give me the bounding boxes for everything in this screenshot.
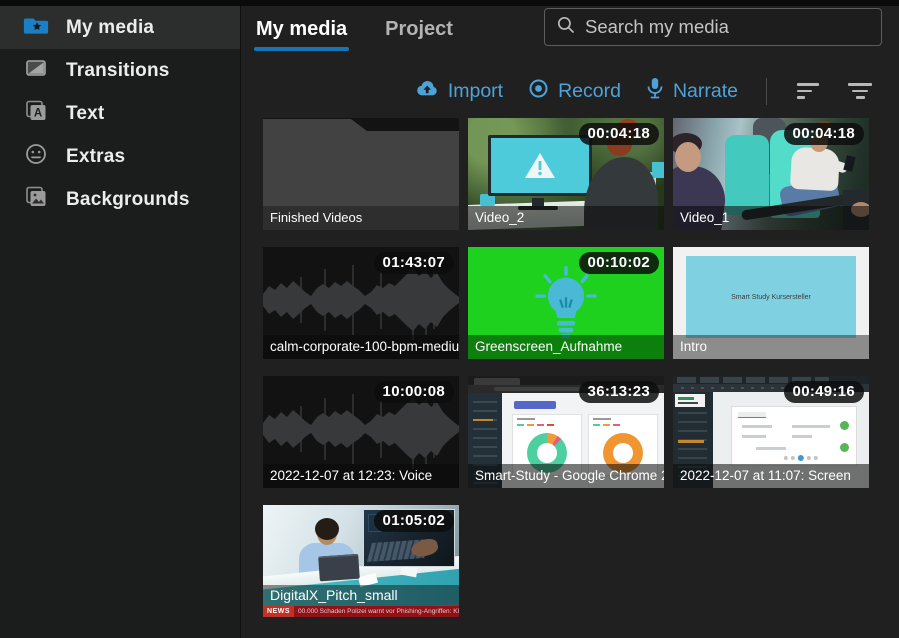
media-item-screen-recording[interactable]: 00:49:16 2022-12-07 at 11:07: Screen <box>673 376 869 488</box>
sidebar-item-label: Text <box>66 103 104 125</box>
search-box[interactable] <box>544 8 882 46</box>
sidebar-item-backgrounds[interactable]: Backgrounds <box>0 178 240 221</box>
sort-lines-icon <box>797 83 819 86</box>
transitions-icon <box>23 55 49 86</box>
cloud-upload-icon <box>414 78 439 104</box>
media-item-smart-study-chrome[interactable]: 36:13:23 Smart-Study - Google Chrome 2… <box>468 376 664 488</box>
import-button[interactable]: Import <box>414 78 503 104</box>
media-name: Smart-Study - Google Chrome 2… <box>468 464 664 488</box>
media-item-greenscreen[interactable]: 00:10:02 Greenscreen_Aufnahme <box>468 247 664 359</box>
news-ticker: NEWS 00.000 Schaden Polizei warnt vor Ph… <box>263 606 459 617</box>
media-actions-toolbar: Import Record Narrate <box>241 68 899 114</box>
sort-button[interactable] <box>795 79 821 103</box>
tab-project[interactable]: Project <box>385 14 453 53</box>
svg-text:A: A <box>34 108 42 120</box>
main-panel: My media Project Import Record <box>240 6 899 638</box>
media-item-intro[interactable]: Smart Study Kursersteller Intro <box>673 247 869 359</box>
media-item-finished-videos[interactable]: Finished Videos <box>263 118 459 230</box>
record-label: Record <box>558 80 621 103</box>
duration-badge: 00:04:18 <box>579 123 659 145</box>
sidebar: My media Transitions A Text Extras Backg… <box>0 6 240 638</box>
search-input[interactable] <box>585 16 870 38</box>
media-name: 2022-12-07 at 12:23: Voice <box>263 464 459 488</box>
record-icon <box>528 78 549 105</box>
narrate-label: Narrate <box>673 80 738 103</box>
toolbar-divider <box>766 78 767 105</box>
duration-badge: 10:00:08 <box>374 381 454 403</box>
text-icon: A <box>23 98 49 129</box>
duration-badge: 36:13:23 <box>579 381 659 403</box>
microphone-icon <box>646 77 664 106</box>
image-landscape-icon <box>23 184 49 215</box>
media-item-video-2[interactable]: 00:04:18 Video_2 <box>468 118 664 230</box>
smiley-icon <box>23 141 49 172</box>
sidebar-item-label: My media <box>66 17 154 39</box>
record-button[interactable]: Record <box>528 78 621 105</box>
duration-badge: 00:04:18 <box>784 123 864 145</box>
sidebar-item-label: Backgrounds <box>66 189 190 211</box>
media-name: 2022-12-07 at 11:07: Screen <box>673 464 869 488</box>
media-name: DigitalX_Pitch_small <box>263 585 459 606</box>
tab-my-media[interactable]: My media <box>256 14 347 53</box>
sidebar-item-transitions[interactable]: Transitions <box>0 49 240 92</box>
folder-star-icon <box>23 12 49 43</box>
news-ticker-text: 00.000 Schaden Polizei warnt vor Phishin… <box>294 608 459 615</box>
filter-button[interactable] <box>846 79 874 103</box>
sidebar-item-label: Extras <box>66 146 125 168</box>
media-name: Video_2 <box>468 206 664 230</box>
news-ticker-badge: NEWS <box>263 606 294 617</box>
media-item-video-1[interactable]: 00:04:18 Video_1 <box>673 118 869 230</box>
sidebar-item-label: Transitions <box>66 60 170 82</box>
media-item-voice-recording[interactable]: 10:00:08 2022-12-07 at 12:23: Voice <box>263 376 459 488</box>
duration-badge: 00:49:16 <box>784 381 864 403</box>
media-name: calm-corporate-100-bpm-mediu… <box>263 335 459 359</box>
narrate-button[interactable]: Narrate <box>646 77 738 106</box>
media-item-digitalx-pitch[interactable]: 01:05:02 DigitalX_Pitch_small NEWS 00.00… <box>263 505 459 617</box>
sidebar-item-my-media[interactable]: My media <box>0 6 240 49</box>
search-icon <box>556 15 576 40</box>
media-name: Finished Videos <box>263 206 459 230</box>
duration-badge: 01:05:02 <box>374 510 454 532</box>
media-library-panel: My media Transitions A Text Extras Backg… <box>0 0 899 638</box>
sidebar-item-extras[interactable]: Extras <box>0 135 240 178</box>
media-name: Greenscreen_Aufnahme <box>468 335 664 359</box>
duration-badge: 00:10:02 <box>579 252 659 274</box>
duration-badge: 01:43:07 <box>374 252 454 274</box>
slide-text: Smart Study Kursersteller <box>731 294 811 301</box>
tab-bar: My media Project <box>256 14 453 53</box>
media-item-calm-corporate[interactable]: 01:43:07 calm-corporate-100-bpm-mediu… <box>263 247 459 359</box>
filter-lines-icon <box>848 83 872 86</box>
sidebar-item-text[interactable]: A Text <box>0 92 240 135</box>
warning-triangle-icon <box>523 151 557 181</box>
media-name: Intro <box>673 335 869 359</box>
media-name: Video_1 <box>673 206 869 230</box>
import-label: Import <box>448 80 503 103</box>
lightbulb-icon <box>531 266 601 340</box>
media-grid: Finished Videos 00:04:18 Video_2 <box>263 118 869 617</box>
